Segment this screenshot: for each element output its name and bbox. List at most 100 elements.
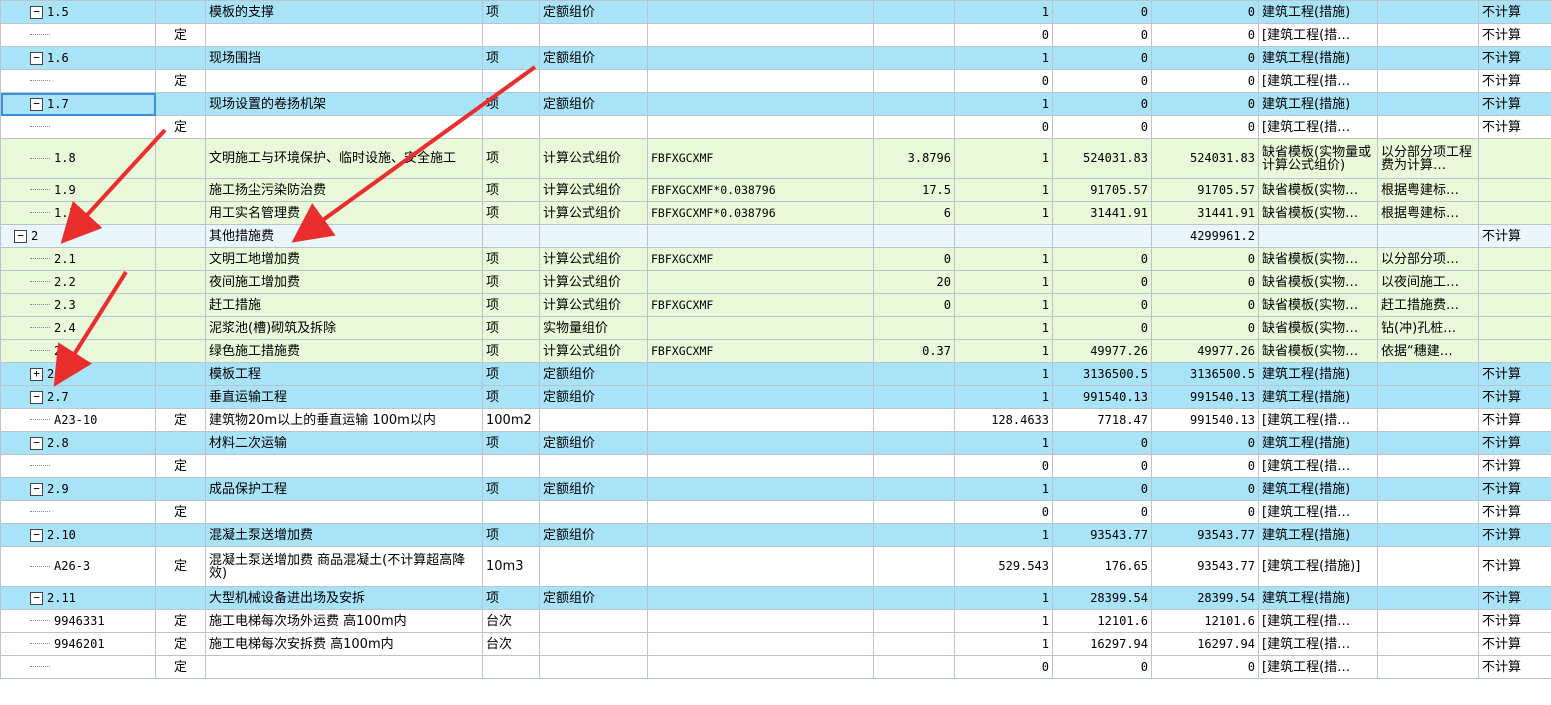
cell-template[interactable]: [建筑工程(措…: [1258, 454, 1378, 478]
cell-code[interactable]: 1.9: [0, 178, 156, 202]
table-row[interactable]: 9946201 定施工电梯每次安拆费 高100m内 台次 1 16297.94 16297…: [0, 632, 1551, 656]
cell-name[interactable]: 施工电梯每次安拆费 高100m内: [205, 632, 483, 656]
cell-formula[interactable]: [647, 431, 874, 455]
cell-price[interactable]: 0: [1052, 46, 1152, 70]
cell-rate[interactable]: [873, 408, 955, 432]
collapse-icon[interactable]: −: [30, 97, 43, 111]
cell-qty[interactable]: 1: [954, 270, 1053, 294]
cell-qty[interactable]: 128.4633: [954, 408, 1053, 432]
table-row[interactable]: 定 0 0 0 [建筑工程(措… 不计算: [0, 69, 1551, 93]
cell-code[interactable]: −2.8: [0, 431, 156, 455]
cell-base[interactable]: [1377, 655, 1479, 679]
cell-total[interactable]: 0: [1151, 0, 1259, 24]
cell-price[interactable]: 0: [1052, 500, 1152, 524]
cell-type[interactable]: 定: [155, 655, 206, 679]
cell-unit[interactable]: 项: [482, 362, 540, 386]
cell-code[interactable]: A26-3: [0, 546, 156, 587]
cell-code[interactable]: −1.6: [0, 46, 156, 70]
table-row[interactable]: 2.2 夜间施工增加费项计算公式组价 20 1 0 0 缺省模板(实物… 以夜间施工…: [0, 270, 1551, 294]
cell-base[interactable]: [1377, 362, 1479, 386]
cell-total[interactable]: 0: [1151, 69, 1259, 93]
cell-formula[interactable]: FBFXGCXMF: [647, 293, 874, 317]
cell-total[interactable]: 0: [1151, 23, 1259, 47]
cell-flag[interactable]: 不计算: [1478, 477, 1551, 501]
cell-code[interactable]: −1.7: [0, 92, 156, 116]
cell-type[interactable]: [155, 138, 206, 179]
cell-unit[interactable]: [482, 500, 540, 524]
cell-template[interactable]: [建筑工程(措…: [1258, 23, 1378, 47]
table-row[interactable]: 定 0 0 0 [建筑工程(措… 不计算: [0, 500, 1551, 524]
cell-unit[interactable]: 项: [482, 270, 540, 294]
table-row[interactable]: −1.6 现场围挡项定额组价 1 0 0 建筑工程(措施) 不计算: [0, 46, 1551, 70]
cell-price[interactable]: 28399.54: [1052, 586, 1152, 610]
cell-template[interactable]: [建筑工程(措…: [1258, 408, 1378, 432]
cell-formula[interactable]: [647, 92, 874, 116]
cell-formula[interactable]: [647, 46, 874, 70]
table-row[interactable]: 2.1 文明工地增加费项计算公式组价 FBFXGCXMF 0 1 0 0 缺省模板(实物… 以分…: [0, 247, 1551, 271]
cell-name[interactable]: [205, 23, 483, 47]
cell-unit[interactable]: 项: [482, 247, 540, 271]
cell-type[interactable]: [155, 178, 206, 202]
cell-name[interactable]: 模板工程: [205, 362, 483, 386]
cell-template[interactable]: [建筑工程(措…: [1258, 632, 1378, 656]
cell-price[interactable]: 91705.57: [1052, 178, 1152, 202]
cell-formula[interactable]: [647, 500, 874, 524]
cell-name[interactable]: [205, 655, 483, 679]
cell-type[interactable]: 定: [155, 23, 206, 47]
cell-method[interactable]: 计算公式组价: [539, 138, 648, 179]
cell-name[interactable]: 文明工地增加费: [205, 247, 483, 271]
table-row[interactable]: 定 0 0 0 [建筑工程(措… 不计算: [0, 115, 1551, 139]
cell-flag[interactable]: 不计算: [1478, 523, 1551, 547]
cell-flag[interactable]: 不计算: [1478, 46, 1551, 70]
cell-unit[interactable]: 项: [482, 46, 540, 70]
cell-name[interactable]: [205, 115, 483, 139]
cell-rate[interactable]: [873, 316, 955, 340]
cell-base[interactable]: [1377, 586, 1479, 610]
cell-formula[interactable]: [647, 609, 874, 633]
cell-type[interactable]: [155, 92, 206, 116]
cell-unit[interactable]: 项: [482, 477, 540, 501]
cell-formula[interactable]: [647, 586, 874, 610]
cell-name[interactable]: 混凝土泵送增加费 商品混凝土(不计算超高降效): [205, 546, 483, 587]
cell-qty[interactable]: 1: [954, 201, 1053, 225]
cell-type[interactable]: [155, 201, 206, 225]
cell-method[interactable]: 定额组价: [539, 586, 648, 610]
cell-unit[interactable]: 项: [482, 178, 540, 202]
cell-base[interactable]: [1377, 46, 1479, 70]
cell-qty[interactable]: 1: [954, 632, 1053, 656]
cell-rate[interactable]: [873, 655, 955, 679]
cell-formula[interactable]: [647, 224, 874, 248]
cell-rate[interactable]: 17.5: [873, 178, 955, 202]
cell-total[interactable]: 0: [1151, 500, 1259, 524]
cell-method[interactable]: [539, 454, 648, 478]
table-row[interactable]: −2.11 大型机械设备进出场及安拆项定额组价 1 28399.54 28399.54 建…: [0, 586, 1551, 610]
cell-method[interactable]: 计算公式组价: [539, 178, 648, 202]
cell-price[interactable]: 49977.26: [1052, 339, 1152, 363]
cell-name[interactable]: 现场设置的卷扬机架: [205, 92, 483, 116]
cell-flag[interactable]: [1478, 138, 1551, 179]
cell-price[interactable]: 524031.83: [1052, 138, 1152, 179]
table-row[interactable]: 2.4 泥浆池(槽)砌筑及拆除项实物量组价 1 0 0 缺省模板(实物… 钻(冲)孔桩…: [0, 316, 1551, 340]
cell-flag[interactable]: 不计算: [1478, 224, 1551, 248]
cell-qty[interactable]: 1: [954, 316, 1053, 340]
cell-name[interactable]: 其他措施费: [205, 224, 483, 248]
cell-template[interactable]: 建筑工程(措施): [1258, 362, 1378, 386]
cell-type[interactable]: [155, 0, 206, 24]
cell-code[interactable]: +2.6: [0, 362, 156, 386]
cell-flag[interactable]: 不计算: [1478, 632, 1551, 656]
cell-method[interactable]: 定额组价: [539, 92, 648, 116]
cell-template[interactable]: 缺省模板(实物…: [1258, 178, 1378, 202]
cell-base[interactable]: 根据粤建标…: [1377, 201, 1479, 225]
cell-code[interactable]: 2.4: [0, 316, 156, 340]
cell-flag[interactable]: 不计算: [1478, 655, 1551, 679]
cell-flag[interactable]: [1478, 316, 1551, 340]
cell-flag[interactable]: 不计算: [1478, 500, 1551, 524]
cell-total[interactable]: 991540.13: [1151, 408, 1259, 432]
cell-formula[interactable]: FBFXGCXMF: [647, 138, 874, 179]
cell-type[interactable]: [155, 523, 206, 547]
cell-rate[interactable]: [873, 362, 955, 386]
cell-rate[interactable]: [873, 0, 955, 24]
cell-unit[interactable]: 项: [482, 316, 540, 340]
cell-qty[interactable]: 0: [954, 69, 1053, 93]
cell-qty[interactable]: 1: [954, 339, 1053, 363]
